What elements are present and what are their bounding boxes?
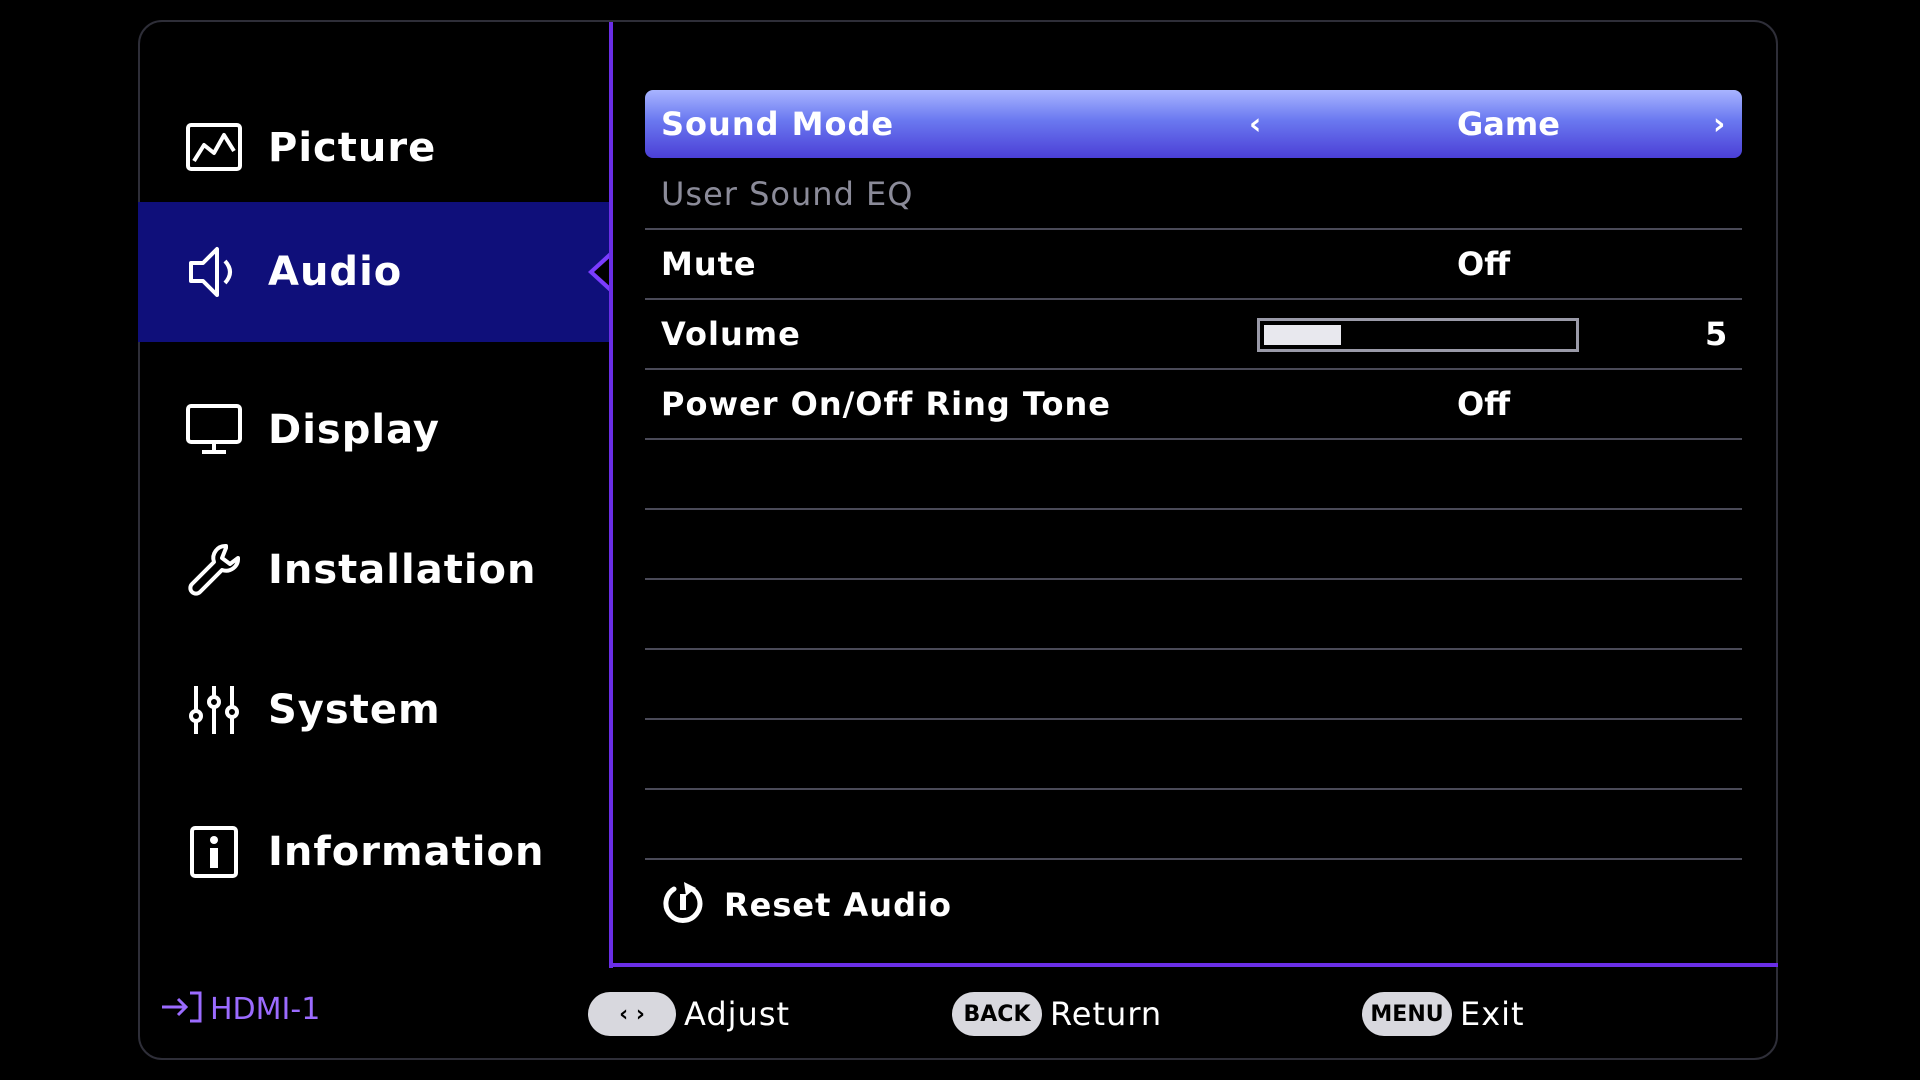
panel-divider-vertical — [609, 22, 613, 968]
chevron-left-icon[interactable]: ‹ — [1249, 107, 1261, 142]
reset-audio-button[interactable]: Reset Audio — [660, 880, 952, 930]
sidebar-item-installation[interactable]: Installation — [138, 500, 610, 640]
empty-row — [645, 510, 1742, 580]
back-hint: BACK Return — [952, 992, 1162, 1036]
volume-slider[interactable] — [1257, 318, 1579, 352]
adjust-hint: ‹ › Adjust — [588, 992, 790, 1036]
volume-label: Volume — [661, 315, 801, 353]
picture-icon — [184, 118, 244, 178]
audio-settings-list: Sound Mode ‹ Game › User Sound EQ Mute O… — [645, 90, 1742, 860]
menu-hint: MENU Exit — [1362, 992, 1525, 1036]
arrows-key-icon: ‹ › — [588, 992, 676, 1036]
empty-row — [645, 440, 1742, 510]
empty-row — [645, 580, 1742, 650]
reset-icon — [660, 880, 706, 930]
sidebar-item-information[interactable]: Information — [138, 782, 610, 922]
volume-row[interactable]: Volume 5 — [645, 300, 1742, 370]
sound-mode-value: Game — [1457, 105, 1560, 143]
ring-tone-value: Off — [1457, 385, 1511, 423]
volume-slider-fill — [1264, 325, 1341, 345]
empty-row — [645, 720, 1742, 790]
sound-mode-label: Sound Mode — [661, 105, 895, 143]
mute-row[interactable]: Mute Off — [645, 230, 1742, 300]
sidebar-item-label: Information — [268, 829, 545, 875]
empty-row — [645, 790, 1742, 860]
input-source-indicator: HDMI-1 — [160, 990, 320, 1028]
adjust-label: Adjust — [684, 995, 791, 1033]
sidebar-item-label: Picture — [268, 125, 437, 171]
back-key-icon: BACK — [952, 992, 1042, 1036]
sidebar: Picture Audio Display Installation Syste… — [138, 20, 614, 960]
mute-label: Mute — [661, 245, 757, 283]
sidebar-item-label: Installation — [268, 547, 537, 593]
input-source-label: HDMI-1 — [210, 991, 321, 1027]
wrench-icon — [184, 540, 244, 600]
monitor-icon — [184, 400, 244, 460]
user-sound-eq-row[interactable]: User Sound EQ — [645, 160, 1742, 230]
ring-tone-label: Power On/Off Ring Tone — [661, 385, 1111, 423]
volume-value: 5 — [1705, 315, 1728, 353]
return-label: Return — [1050, 995, 1163, 1033]
sidebar-item-label: Display — [268, 407, 440, 453]
menu-key-icon: MENU — [1362, 992, 1452, 1036]
sidebar-item-label: Audio — [268, 249, 403, 295]
info-icon — [184, 822, 244, 882]
sliders-icon — [184, 680, 244, 740]
ring-tone-row[interactable]: Power On/Off Ring Tone Off — [645, 370, 1742, 440]
mute-value: Off — [1457, 245, 1511, 283]
panel-divider-horizontal — [609, 963, 1778, 967]
empty-row — [645, 650, 1742, 720]
sidebar-item-system[interactable]: System — [138, 640, 610, 780]
sound-mode-row[interactable]: Sound Mode ‹ Game › — [645, 90, 1742, 158]
input-arrow-icon — [160, 990, 204, 1028]
speaker-icon — [184, 242, 244, 302]
sidebar-item-label: System — [268, 687, 441, 733]
sidebar-item-display[interactable]: Display — [138, 360, 610, 500]
chevron-right-icon[interactable]: › — [1713, 107, 1725, 142]
user-sound-eq-label: User Sound EQ — [661, 175, 914, 213]
reset-audio-label: Reset Audio — [724, 886, 952, 924]
sidebar-item-audio[interactable]: Audio — [138, 202, 614, 342]
exit-label: Exit — [1460, 995, 1525, 1033]
sidebar-item-picture[interactable]: Picture — [138, 78, 610, 218]
